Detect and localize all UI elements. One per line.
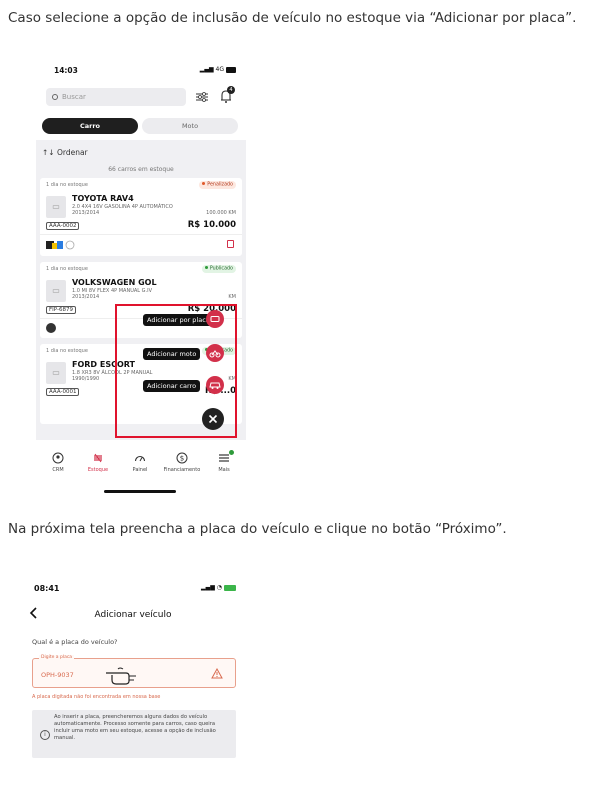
status-bar: 14:03 ▂▄▆ 4G [32,58,250,82]
segment-car[interactable]: Carro [42,118,138,134]
pointing-hand-icon [106,667,136,685]
vehicle-year: 2013/2014 [72,210,100,216]
tab-financiamento[interactable]: $ Financiamento [162,452,202,473]
tab-mais[interactable]: Mais [204,452,244,473]
status-badge: Penalizado [199,181,236,189]
network-indicator: ▂▄▆ 4G [200,66,236,73]
trash-icon[interactable] [227,240,234,248]
add-car-label[interactable]: Adicionar carro [143,380,201,392]
close-fab-button[interactable] [202,408,224,430]
car-placeholder-icon: ▭ [46,196,66,218]
svg-text:$: $ [180,455,184,463]
info-text: Ao inserir a placa, preencheremos alguns… [54,714,216,741]
vehicle-year: 2013/2014 [72,294,100,300]
tab-label: Painel [132,467,148,473]
search-icon [52,94,58,100]
search-input[interactable]: Buscar [46,88,186,106]
days-in-stock: 1 dia no estoque [46,266,88,272]
car-placeholder-icon: ▭ [46,280,66,302]
warning-icon [211,668,223,679]
tab-label: Financiamento [163,467,201,473]
vehicle-km: KM [228,294,236,300]
status-time: 08:41 [34,584,60,593]
vehicle-year: 1990/1990 [72,376,100,382]
plate-input-value: OPH-9037 [41,671,74,679]
financing-icon: $ [176,452,188,464]
status-badge-label: Penalizado [207,182,233,188]
tab-label: Mais [218,467,230,473]
status-badge: Publicado [201,265,236,273]
instruction-step1: Caso selecione a opção de inclusão de ve… [8,10,577,26]
crm-icon [52,452,64,464]
vehicle-plate: AAA-0001 [46,388,80,396]
sort-button[interactable]: ↑↓ Ordenar [42,148,88,157]
tab-label: Estoque [87,467,109,473]
stock-icon [94,453,102,463]
vehicle-plate: FIP-6879 [46,306,76,314]
sort-icon: ↑↓ [42,148,55,157]
vehicle-card[interactable]: 1 dia no estoque Penalizado ▭ TOYOTA RAV… [40,178,242,256]
vehicle-plate: AAA-0002 [46,222,80,230]
filter-icon[interactable] [196,92,208,102]
stock-count: 66 carros em estoque [108,166,174,173]
add-car-button[interactable] [206,376,224,394]
close-icon [208,414,218,424]
stock-screen: 14:03 ▂▄▆ 4G Buscar 4 Carro Moto ↑↓ Orde… [32,58,250,498]
home-indicator [104,490,176,493]
plate-error-message: A placa digitada não foi encontrada em n… [32,694,161,700]
segment-moto[interactable]: Moto [142,118,238,134]
tab-label: CRM [52,467,64,473]
plate-input-label: Digite a placa [39,655,75,660]
tab-painel[interactable]: Painel [120,452,160,473]
status-badge-label: Publicado [209,266,233,272]
instruction-step2: Na próxima tela preencha a placa do veíc… [8,521,507,537]
info-box: i Ao inserir a placa, preencheremos algu… [32,710,236,758]
sort-label: Ordenar [56,148,88,157]
battery-icon [224,584,236,591]
dashboard-icon [134,455,146,462]
tab-crm[interactable]: CRM [38,452,78,473]
notification-badge: 4 [227,86,235,94]
car-icon [209,382,221,389]
add-moto-button[interactable] [206,344,224,362]
page-title: Adicionar veículo [94,610,172,620]
portal-logo-icon [46,323,56,333]
days-in-stock: 1 dia no estoque [46,182,88,188]
moto-icon [209,350,221,358]
search-placeholder: Buscar [62,93,86,101]
tab-estoque[interactable]: Estoque [78,452,118,473]
status-time: 14:03 [54,66,78,75]
add-moto-label[interactable]: Adicionar moto [143,348,201,360]
add-vehicle-screen: 08:41 ▂▄▆ ◔ Adicionar veículo Qual é a p… [18,576,248,781]
info-icon: i [40,730,50,740]
vehicle-km: 100.000 KM [206,210,236,216]
car-placeholder-icon: ▭ [46,362,66,384]
days-in-stock: 1 dia no estoque [46,348,88,354]
battery-icon [226,66,236,73]
vehicle-name: TOYOTA RAV4 [72,194,134,203]
plate-question: Qual é a placa do veículo? [32,638,118,646]
plate-icon [210,316,220,322]
network-type: 4G [215,66,224,73]
notification-dot [229,450,234,455]
vehicle-price: R$ 10.000 [187,220,236,230]
menu-icon [219,454,229,462]
portal-logos-icon [46,240,75,250]
tab-bar: CRM Estoque Painel $ Financiamento Mais [32,446,250,486]
vehicle-name: VOLKSWAGEN GOL [72,278,157,287]
add-by-plate-label[interactable]: Adicionar por placa [143,314,214,326]
add-by-plate-button[interactable] [206,310,224,328]
divider [40,234,242,235]
network-indicator: ▂▄▆ ◔ [201,584,236,591]
